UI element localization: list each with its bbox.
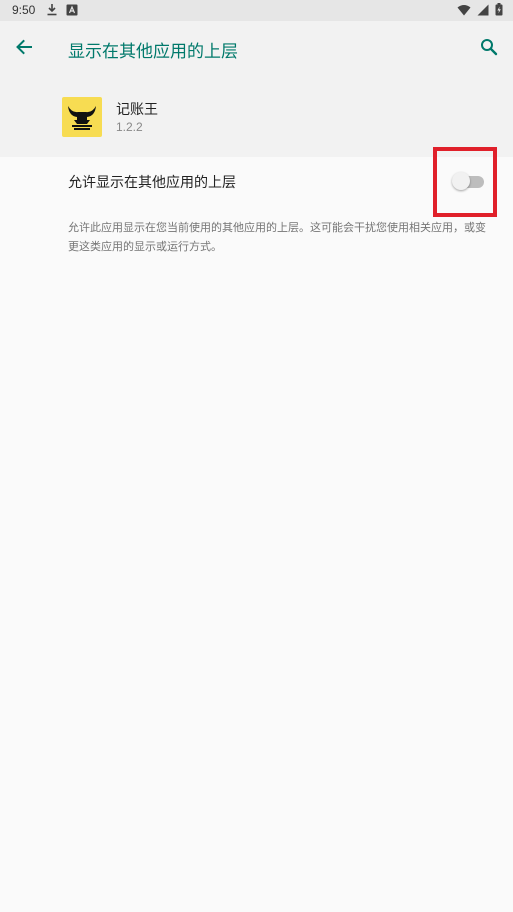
battery-icon: [495, 3, 503, 16]
status-notification-icons: [46, 3, 78, 16]
app-bar: 显示在其他应用的上层: [0, 21, 513, 77]
back-button[interactable]: [10, 33, 38, 61]
switch-thumb: [452, 172, 470, 190]
setting-description: 允许此应用显示在您当前使用的其他应用的上层。这可能会干扰您使用相关应用，或变更这…: [68, 221, 486, 253]
search-button[interactable]: [475, 33, 503, 61]
bull-logo-icon: [68, 106, 96, 130]
app-version: 1.2.2: [116, 120, 143, 134]
app-icon: [62, 97, 102, 137]
signal-icon: [477, 4, 489, 15]
status-bar: 9:50: [0, 0, 513, 21]
arrow-back-icon: [16, 39, 32, 55]
status-time: 9:50: [12, 3, 36, 17]
status-system-icons: [457, 3, 503, 16]
download-icon: [47, 4, 57, 16]
keyboard-a-icon: [66, 4, 78, 15]
search-icon: [481, 39, 498, 56]
app-header: 记账王 1.2.2: [0, 77, 513, 157]
page-title: 显示在其他应用的上层: [68, 42, 238, 62]
app-name: 记账王: [116, 102, 158, 118]
setting-label: 允许显示在其他应用的上层: [68, 175, 236, 191]
setting-row-overlay[interactable]: 允许显示在其他应用的上层: [0, 157, 513, 205]
overlay-permission-switch[interactable]: [452, 172, 486, 190]
wifi-icon: [457, 4, 471, 15]
